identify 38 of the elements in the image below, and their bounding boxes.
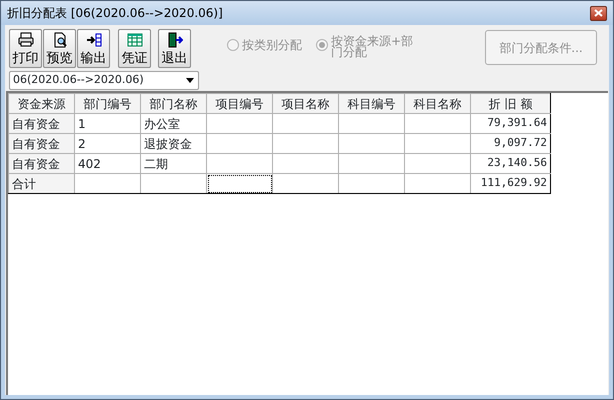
column-header[interactable]: 资金来源 bbox=[8, 94, 74, 114]
arrow-list-icon bbox=[86, 32, 102, 48]
table-cell: 二期 bbox=[140, 154, 206, 174]
toolbar-button[interactable]: 打印 bbox=[9, 29, 42, 68]
period-dropdown[interactable]: 06(2020.06-->2020.06) bbox=[9, 71, 199, 90]
column-header[interactable]: 折 旧 额 bbox=[470, 94, 550, 114]
caret-icon bbox=[186, 78, 194, 83]
column-header[interactable]: 科目名称 bbox=[404, 94, 470, 114]
toolbar-button[interactable]: 输出 bbox=[77, 29, 110, 68]
table-cell: 23,140.56 bbox=[470, 154, 550, 174]
row-header: 自有资金 bbox=[8, 154, 74, 174]
table-cell[interactable] bbox=[206, 174, 272, 194]
table-cell: 402 bbox=[74, 154, 140, 174]
column-header[interactable]: 项目名称 bbox=[272, 94, 338, 114]
column-header[interactable]: 科目编号 bbox=[338, 94, 404, 114]
printer-icon bbox=[18, 32, 34, 48]
close-icon bbox=[594, 9, 603, 17]
toolbar-button[interactable]: 退出 bbox=[158, 29, 191, 68]
table-cell: 办公室 bbox=[140, 114, 206, 134]
column-header[interactable]: 项目编号 bbox=[206, 94, 272, 114]
table-cell: 111,629.92 bbox=[470, 174, 550, 194]
window-title: 折旧分配表 [06(2020.06-->2020.06)] bbox=[7, 5, 223, 22]
magnifier-page-icon bbox=[52, 32, 68, 48]
table-cell: 2 bbox=[74, 134, 140, 154]
table-cell: 退披资金 bbox=[140, 134, 206, 154]
toolbar-button[interactable]: 预览 bbox=[43, 29, 76, 68]
table-cell: 9,097.72 bbox=[470, 134, 550, 154]
close-button[interactable] bbox=[590, 6, 607, 20]
row-header: 自有资金 bbox=[8, 134, 74, 154]
row-header: 合计 bbox=[8, 174, 74, 194]
table-cell: 1 bbox=[74, 114, 140, 134]
grid-sheet-icon bbox=[126, 32, 142, 48]
toolbar-button[interactable]: 凭证 bbox=[118, 29, 151, 68]
table-cell: 79,391.64 bbox=[470, 114, 550, 134]
row-header: 自有资金 bbox=[8, 114, 74, 134]
door-arrow-icon bbox=[166, 32, 182, 48]
column-header[interactable]: 部门名称 bbox=[140, 94, 206, 114]
column-header[interactable]: 部门编号 bbox=[74, 94, 140, 114]
